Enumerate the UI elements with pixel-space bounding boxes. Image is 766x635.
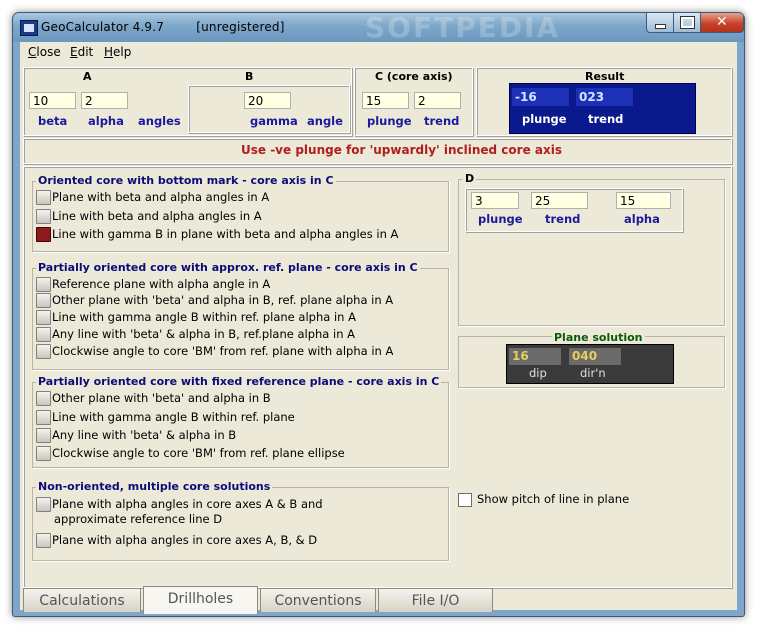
maximize-button[interactable] — [673, 13, 701, 33]
minimize-icon — [655, 24, 666, 29]
tab-file-io[interactable]: File I/O — [378, 588, 493, 612]
result-display: -16 023 plunge trend — [509, 83, 696, 134]
section-c-panel: C (core axis) 15 2 plunge trend — [354, 67, 473, 136]
result-panel: Result -16 023 plunge trend — [476, 67, 732, 136]
result-trend-value: 023 — [576, 88, 633, 106]
b-angle-label: angle — [307, 114, 343, 128]
close-window-button[interactable]: ✕ — [700, 13, 744, 33]
group-partial-approx-title: Partially oriented core with approx. ref… — [36, 261, 420, 274]
main-panel: Oriented core with bottom mark - core ax… — [23, 166, 732, 588]
result-plunge-value: -16 — [512, 88, 569, 106]
option-button[interactable] — [36, 446, 51, 461]
c-plunge-input[interactable]: 15 — [362, 92, 409, 109]
option-button[interactable] — [36, 497, 51, 512]
menu-edit[interactable]: Edit — [70, 45, 93, 59]
option-button[interactable] — [36, 391, 51, 406]
c-plunge-label: plunge — [367, 114, 412, 128]
show-pitch-label[interactable]: Show pitch of line in plane — [477, 492, 629, 508]
app-icon — [20, 20, 38, 36]
window-title: GeoCalculator 4.9.7 [unregistered] — [41, 20, 285, 34]
group-oriented-core-title: Oriented core with bottom mark - core ax… — [36, 174, 336, 187]
d-alpha-label: alpha — [624, 212, 660, 226]
a-beta-input[interactable]: 10 — [29, 92, 76, 109]
show-pitch-checkbox[interactable] — [458, 493, 472, 507]
result-title: Result — [585, 70, 625, 83]
result-trend-label: trend — [588, 112, 624, 126]
d-plunge-input[interactable]: 3 — [471, 192, 519, 209]
option-button[interactable] — [36, 190, 51, 205]
title-bar[interactable]: GeoCalculator 4.9.7 [unregistered] SOFTP… — [13, 12, 744, 44]
section-c-title: C (core axis) — [375, 70, 453, 83]
plane-dirn-value: 040 — [569, 348, 621, 365]
plane-solution-display: 16 040 dip dir'n — [506, 344, 674, 384]
option-button[interactable] — [36, 410, 51, 425]
plane-solution-title: Plane solution — [552, 331, 645, 344]
minimize-button[interactable] — [646, 13, 674, 33]
c-trend-input[interactable]: 2 — [414, 92, 461, 109]
result-plunge-label: plunge — [522, 112, 567, 126]
menu-bar: Close Edit Help — [20, 42, 737, 62]
tab-drillholes[interactable]: Drillholes — [143, 586, 258, 614]
a-angles-label: angles — [138, 114, 181, 128]
option-button[interactable] — [36, 533, 51, 548]
section-b-title: B — [245, 70, 254, 83]
option-button[interactable] — [36, 293, 51, 308]
option-button[interactable] — [36, 327, 51, 342]
section-d-inputs: 3 25 15 plunge trend alpha — [465, 188, 683, 232]
plane-dip-label: dip — [529, 366, 547, 380]
a-beta-label: beta — [38, 114, 68, 128]
option-button[interactable] — [36, 310, 51, 325]
option-button[interactable] — [36, 428, 51, 443]
d-plunge-label: plunge — [478, 212, 523, 226]
a-alpha-input[interactable]: 2 — [81, 92, 128, 109]
hint-bar: Use -ve plunge for 'upwardly' inclined c… — [23, 138, 732, 164]
d-alpha-input[interactable]: 15 — [616, 192, 671, 209]
plane-dip-value: 16 — [509, 348, 561, 365]
option-button[interactable] — [36, 344, 51, 359]
maximize-icon — [680, 16, 695, 29]
close-icon: ✕ — [716, 14, 728, 30]
client-area: Close Edit Help A B 10 2 beta alpha angl… — [20, 42, 737, 614]
app-window: GeoCalculator 4.9.7 [unregistered] SOFTP… — [12, 12, 745, 617]
menu-help[interactable]: Help — [104, 45, 131, 59]
section-d-title: D — [463, 172, 477, 185]
a-alpha-label: alpha — [88, 114, 124, 128]
hint-text: Use -ve plunge for 'upwardly' inclined c… — [241, 143, 562, 157]
d-trend-input[interactable]: 25 — [531, 192, 588, 209]
c-trend-label: trend — [424, 114, 460, 128]
inputs-ab-panel: A B 10 2 beta alpha angles 20 gamma angl… — [23, 67, 352, 136]
group-non-oriented-title: Non-oriented, multiple core solutions — [36, 480, 273, 493]
group-partial-fixed-title: Partially oriented core with fixed refer… — [36, 375, 442, 388]
section-a-title: A — [83, 70, 92, 83]
menu-close[interactable]: Close — [28, 45, 61, 59]
option-button[interactable] — [36, 277, 51, 292]
b-gamma-input[interactable]: 20 — [244, 92, 291, 109]
d-trend-label: trend — [545, 212, 581, 226]
b-gamma-label: gamma — [250, 114, 298, 128]
tab-calculations[interactable]: Calculations — [23, 588, 141, 612]
plane-dirn-label: dir'n — [580, 366, 606, 380]
option-button-selected[interactable] — [36, 227, 51, 242]
option-plane-axes-ab-extra: approximate reference line D — [54, 512, 223, 526]
tab-conventions[interactable]: Conventions — [260, 588, 376, 612]
watermark: SOFTPEDIA — [365, 12, 561, 44]
option-button[interactable] — [36, 209, 51, 224]
